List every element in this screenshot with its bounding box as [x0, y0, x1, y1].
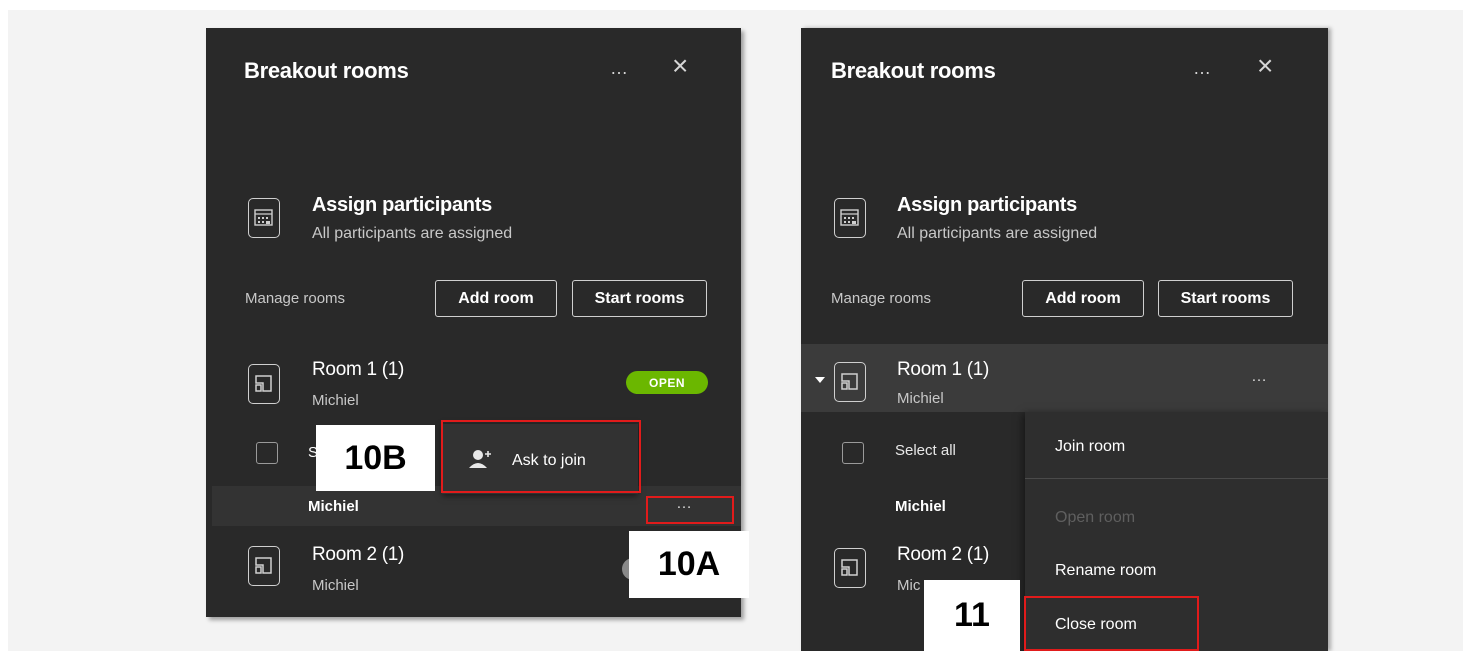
highlight-more-button	[646, 496, 734, 524]
join-room-item[interactable]: Join room	[1055, 438, 1125, 456]
room-2-member: Mic	[897, 577, 921, 594]
rename-room-item[interactable]: Rename room	[1055, 562, 1156, 580]
panel-title: Breakout rooms	[831, 58, 996, 83]
add-room-button[interactable]: Add room	[435, 280, 557, 317]
participant-name: Michiel	[895, 498, 946, 515]
assign-participants-title[interactable]: Assign participants	[312, 194, 492, 217]
room-icon	[248, 364, 280, 404]
menu-divider	[1025, 478, 1328, 479]
room-2-name[interactable]: Room 2 (1)	[897, 544, 989, 566]
assign-participants-subtitle: All participants are assigned	[312, 225, 513, 242]
status-badge: OPEN	[626, 371, 708, 394]
chevron-down-icon[interactable]	[814, 376, 826, 384]
room-1-member: Michiel	[897, 390, 944, 407]
room-icon	[834, 362, 866, 402]
start-rooms-button[interactable]: Start rooms	[572, 280, 707, 317]
room-1-row[interactable]	[801, 344, 1328, 412]
breakout-rooms-panel-left: Breakout rooms … × Assign participants A…	[206, 28, 741, 617]
highlight-close-room	[1024, 596, 1199, 651]
more-options-button[interactable]: …	[610, 58, 629, 78]
room-1-more-button[interactable]: …	[1251, 368, 1268, 386]
close-icon[interactable]: ×	[672, 52, 688, 80]
calendar-grid-icon	[834, 198, 866, 238]
callout-11: 11	[924, 580, 1020, 651]
assign-participants-title[interactable]: Assign participants	[897, 194, 1077, 217]
start-rooms-button[interactable]: Start rooms	[1158, 280, 1293, 317]
calendar-grid-icon	[248, 198, 280, 238]
panel-title: Breakout rooms	[244, 58, 409, 83]
select-all-checkbox[interactable]	[842, 442, 864, 464]
participant-name: Michiel	[308, 498, 359, 515]
room-1-member: Michiel	[312, 392, 359, 409]
room-2-name[interactable]: Room 2 (1)	[312, 544, 404, 566]
highlight-ask-to-join	[441, 420, 641, 493]
manage-rooms-label: Manage rooms	[831, 290, 932, 307]
open-room-item: Open room	[1055, 509, 1136, 526]
assign-participants-subtitle: All participants are assigned	[897, 225, 1098, 242]
room-2-member: Michiel	[312, 577, 359, 594]
breakout-rooms-panel-right: Breakout rooms … × Assign participants A…	[801, 28, 1328, 651]
callout-10b: 10B	[316, 425, 435, 491]
select-all-label[interactable]: Select all	[895, 442, 956, 459]
close-icon[interactable]: ×	[1257, 52, 1273, 80]
more-options-button[interactable]: …	[1193, 58, 1212, 78]
add-room-button[interactable]: Add room	[1022, 280, 1144, 317]
room-1-name[interactable]: Room 1 (1)	[312, 359, 404, 381]
select-all-checkbox[interactable]	[256, 442, 278, 464]
callout-10a: 10A	[629, 531, 749, 598]
manage-rooms-label: Manage rooms	[245, 290, 346, 307]
room-icon	[248, 546, 280, 586]
room-icon	[834, 548, 866, 588]
room-1-name[interactable]: Room 1 (1)	[897, 359, 989, 381]
